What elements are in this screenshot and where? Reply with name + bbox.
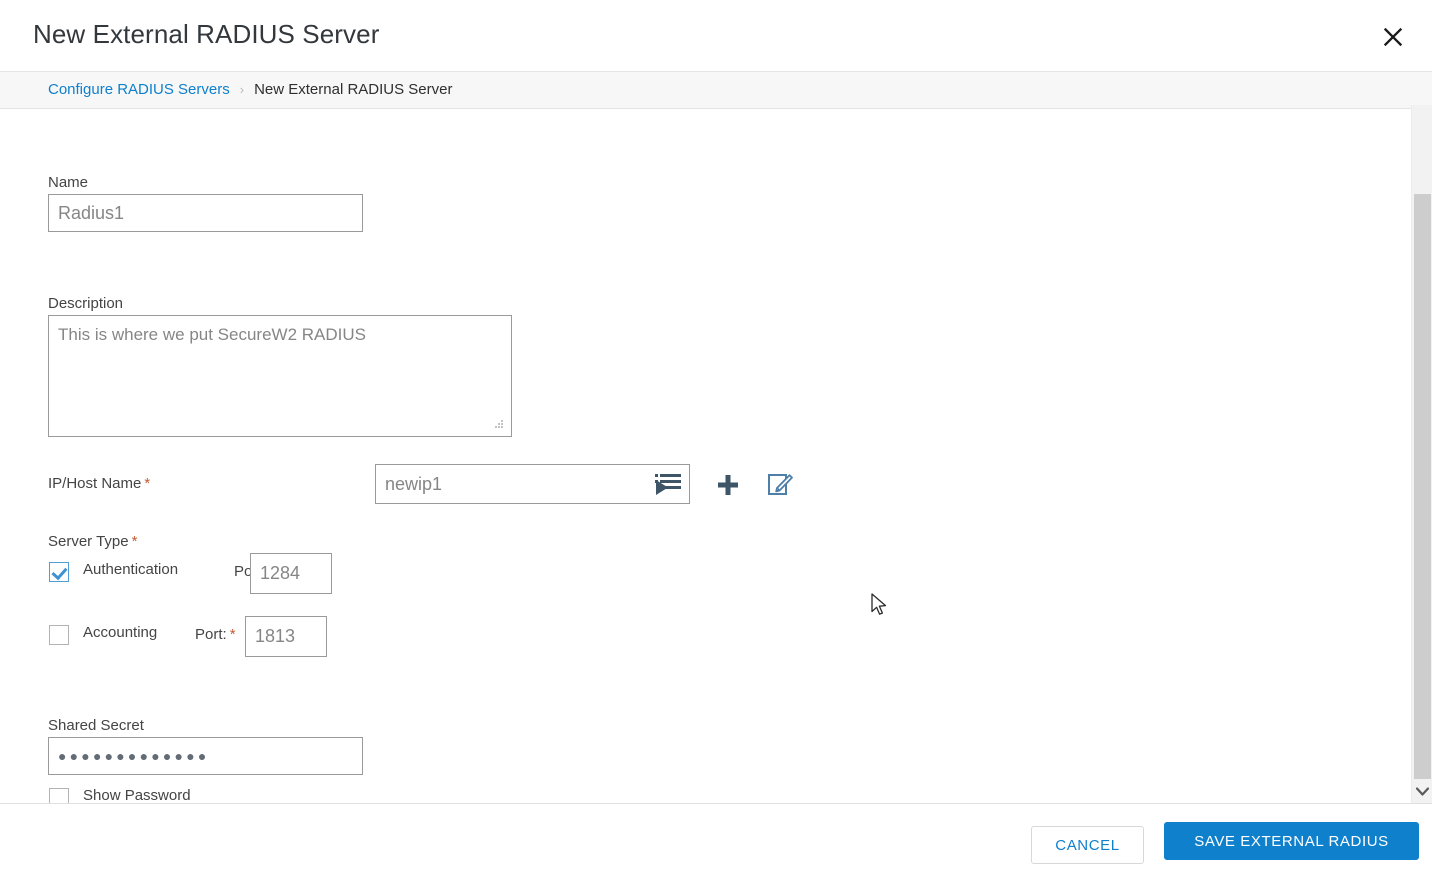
dialog-title-bar: New External RADIUS Server (0, 0, 1432, 72)
required-marker: * (229, 626, 236, 643)
save-external-radius-button[interactable]: SAVE EXTERNAL RADIUS (1164, 822, 1419, 860)
required-marker: * (144, 475, 151, 492)
accounting-label: Accounting (83, 624, 158, 641)
close-icon (1381, 25, 1405, 49)
shared-secret-label: Shared Secret (48, 717, 144, 734)
authentication-label: Authentication (83, 561, 179, 578)
scrollbar-down-button[interactable] (1412, 780, 1432, 803)
accounting-checkbox[interactable] (49, 625, 69, 645)
breadcrumb-separator-icon: › (239, 82, 245, 97)
close-button[interactable] (1376, 20, 1410, 54)
name-label: Name (48, 174, 89, 191)
ip-host-name-label-text: IP/Host Name (48, 475, 142, 492)
edit-pencil-icon[interactable] (766, 471, 794, 499)
name-input[interactable] (48, 194, 363, 232)
breadcrumb-current: New External RADIUS Server (254, 81, 453, 98)
authentication-port-input[interactable] (250, 553, 332, 594)
chevron-down-icon (1415, 783, 1429, 801)
ip-host-name-input-wrap (375, 464, 690, 504)
shared-secret-input[interactable] (48, 737, 363, 775)
server-type-label: Server Type * (48, 532, 137, 552)
page-title: New External RADIUS Server (33, 19, 380, 49)
breadcrumb-bar: Configure RADIUS Servers › New External … (0, 71, 1432, 109)
accounting-port-label-text: Port: (195, 626, 227, 643)
list-select-icon[interactable] (655, 473, 681, 495)
description-label: Description (48, 295, 124, 312)
vertical-scrollbar[interactable] (1411, 105, 1432, 803)
show-password-label: Show Password (83, 787, 191, 803)
description-textarea[interactable] (48, 315, 512, 437)
server-type-label-text: Server Type (48, 533, 129, 550)
plus-icon[interactable] (716, 473, 740, 497)
show-password-checkbox[interactable] (49, 788, 69, 803)
ip-host-name-label: IP/Host Name * (48, 474, 150, 494)
form-scroll-region[interactable]: Name Description IP/Host Name* (0, 109, 1411, 803)
required-marker: * (131, 533, 138, 550)
scrollbar-thumb[interactable] (1414, 194, 1431, 779)
cancel-button[interactable]: CANCEL (1031, 826, 1144, 864)
ip-host-name-input[interactable] (375, 464, 690, 504)
breadcrumb: Configure RADIUS Servers › New External … (48, 81, 452, 98)
accounting-port-input[interactable] (245, 616, 327, 657)
authentication-checkbox[interactable] (49, 562, 69, 582)
accounting-port-label: Port: * (195, 626, 236, 643)
breadcrumb-link-configure-radius-servers[interactable]: Configure RADIUS Servers (48, 81, 230, 98)
